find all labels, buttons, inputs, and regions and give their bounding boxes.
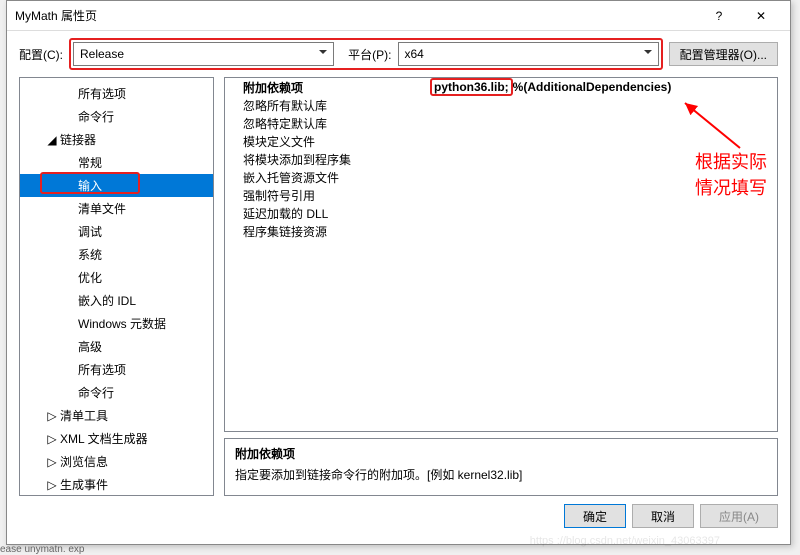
tree-item-14[interactable]: ▷清单工具	[20, 404, 213, 427]
property-name: 程序集链接资源	[225, 223, 430, 240]
tree-item-label: 清单文件	[78, 200, 126, 217]
property-grid[interactable]: 附加依赖项python36.lib;%(AdditionalDependenci…	[224, 77, 778, 432]
grid-row-3[interactable]: 模块定义文件	[225, 132, 777, 150]
property-name: 忽略所有默认库	[225, 97, 430, 114]
tree-item-13[interactable]: 命令行	[20, 381, 213, 404]
tree-item-label: Windows 元数据	[78, 315, 166, 332]
tree-expand-icon[interactable]: ▷	[46, 409, 58, 423]
tree-item-label: 系统	[78, 246, 102, 263]
platform-select[interactable]: x64	[398, 42, 659, 66]
property-name: 将模块添加到程序集	[225, 151, 430, 168]
tree-item-label: 命令行	[78, 108, 114, 125]
tree-item-label: 优化	[78, 269, 102, 286]
tree-item-0[interactable]: 所有选项	[20, 82, 213, 105]
grid-row-7[interactable]: 延迟加载的 DLL	[225, 204, 777, 222]
grid-row-2[interactable]: 忽略特定默认库	[225, 114, 777, 132]
config-value: Release	[80, 47, 124, 61]
tree-item-label: 所有选项	[78, 85, 126, 102]
grid-row-8[interactable]: 程序集链接资源	[225, 222, 777, 240]
tree-item-8[interactable]: 优化	[20, 266, 213, 289]
tree-item-label: 命令行	[78, 384, 114, 401]
tree-item-11[interactable]: 高级	[20, 335, 213, 358]
tree-item-17[interactable]: ▷生成事件	[20, 473, 213, 496]
tree-item-10[interactable]: Windows 元数据	[20, 312, 213, 335]
grid-row-1[interactable]: 忽略所有默认库	[225, 96, 777, 114]
tree-item-label: 常规	[78, 154, 102, 171]
value-highlight: python36.lib;	[430, 78, 513, 96]
tree-item-label: 链接器	[60, 131, 96, 148]
property-name: 嵌入托管资源文件	[225, 169, 430, 186]
grid-row-6[interactable]: 强制符号引用	[225, 186, 777, 204]
tree-item-label: 浏览信息	[60, 453, 108, 470]
tree-item-7[interactable]: 系统	[20, 243, 213, 266]
tree-item-label: 所有选项	[78, 361, 126, 378]
tree-item-2[interactable]: ◢链接器	[20, 128, 213, 151]
grid-row-4[interactable]: 将模块添加到程序集	[225, 150, 777, 168]
description-title: 附加依赖项	[235, 445, 767, 462]
help-button[interactable]: ?	[698, 2, 740, 30]
tree-item-label: XML 文档生成器	[60, 430, 148, 447]
tree-item-label: 调试	[78, 223, 102, 240]
property-name: 强制符号引用	[225, 187, 430, 204]
tree-expand-icon[interactable]: ▷	[46, 455, 58, 469]
tree-highlight	[40, 172, 140, 194]
property-name: 延迟加载的 DLL	[225, 205, 430, 222]
tree-expand-icon[interactable]: ▷	[46, 432, 58, 446]
property-name: 忽略特定默认库	[225, 115, 430, 132]
config-manager-button[interactable]: 配置管理器(O)...	[669, 42, 778, 66]
dialog-buttons: 确定 取消 应用(A)	[7, 496, 790, 536]
right-panel: 附加依赖项python36.lib;%(AdditionalDependenci…	[224, 77, 778, 496]
grid-row-0[interactable]: 附加依赖项python36.lib;%(AdditionalDependenci…	[225, 78, 777, 96]
tree-item-3[interactable]: 常规	[20, 151, 213, 174]
ok-button[interactable]: 确定	[564, 504, 626, 528]
tree-item-5[interactable]: 清单文件	[20, 197, 213, 220]
property-page-dialog: MyMath 属性页 ? ✕ 配置(C): Release 平台(P): x64…	[6, 0, 791, 545]
config-select[interactable]: Release	[73, 42, 334, 66]
description-panel: 附加依赖项 指定要添加到链接命令行的附加项。[例如 kernel32.lib]	[224, 438, 778, 496]
tree-item-label: 高级	[78, 338, 102, 355]
footer-text: ease unymatn. exp	[0, 544, 85, 555]
description-text: 指定要添加到链接命令行的附加项。[例如 kernel32.lib]	[235, 466, 767, 483]
tree-item-label: 清单工具	[60, 407, 108, 424]
tree-expand-icon[interactable]: ◢	[46, 133, 58, 147]
tree-panel[interactable]: 所有选项命令行◢链接器常规输入清单文件调试系统优化嵌入的 IDLWindows …	[19, 77, 214, 496]
tree-item-6[interactable]: 调试	[20, 220, 213, 243]
platform-value: x64	[405, 47, 424, 61]
config-row: 配置(C): Release 平台(P): x64 配置管理器(O)...	[7, 31, 790, 77]
tree-item-15[interactable]: ▷XML 文档生成器	[20, 427, 213, 450]
grid-row-5[interactable]: 嵌入托管资源文件	[225, 168, 777, 186]
tree-item-9[interactable]: 嵌入的 IDL	[20, 289, 213, 312]
tree-item-12[interactable]: 所有选项	[20, 358, 213, 381]
apply-button[interactable]: 应用(A)	[700, 504, 778, 528]
config-highlight: Release 平台(P): x64	[69, 38, 663, 70]
tree-expand-icon[interactable]: ▷	[46, 478, 58, 492]
titlebar: MyMath 属性页 ? ✕	[7, 1, 790, 31]
tree-item-label: 嵌入的 IDL	[78, 292, 136, 309]
watermark: https ://blog.csdn.net/weixin_43063397	[530, 535, 720, 547]
config-label: 配置(C):	[19, 46, 63, 63]
tree-item-1[interactable]: 命令行	[20, 105, 213, 128]
tree-item-label: 生成事件	[60, 476, 108, 493]
main-area: 所有选项命令行◢链接器常规输入清单文件调试系统优化嵌入的 IDLWindows …	[7, 77, 790, 496]
property-name: 附加依赖项	[225, 79, 430, 96]
value-rest: %(AdditionalDependencies)	[513, 80, 672, 94]
close-button[interactable]: ✕	[740, 2, 782, 30]
property-name: 模块定义文件	[225, 133, 430, 150]
tree-item-16[interactable]: ▷浏览信息	[20, 450, 213, 473]
cancel-button[interactable]: 取消	[632, 504, 694, 528]
platform-label: 平台(P):	[348, 46, 391, 63]
property-value[interactable]: python36.lib;%(AdditionalDependencies)	[430, 78, 777, 96]
window-title: MyMath 属性页	[15, 7, 698, 24]
